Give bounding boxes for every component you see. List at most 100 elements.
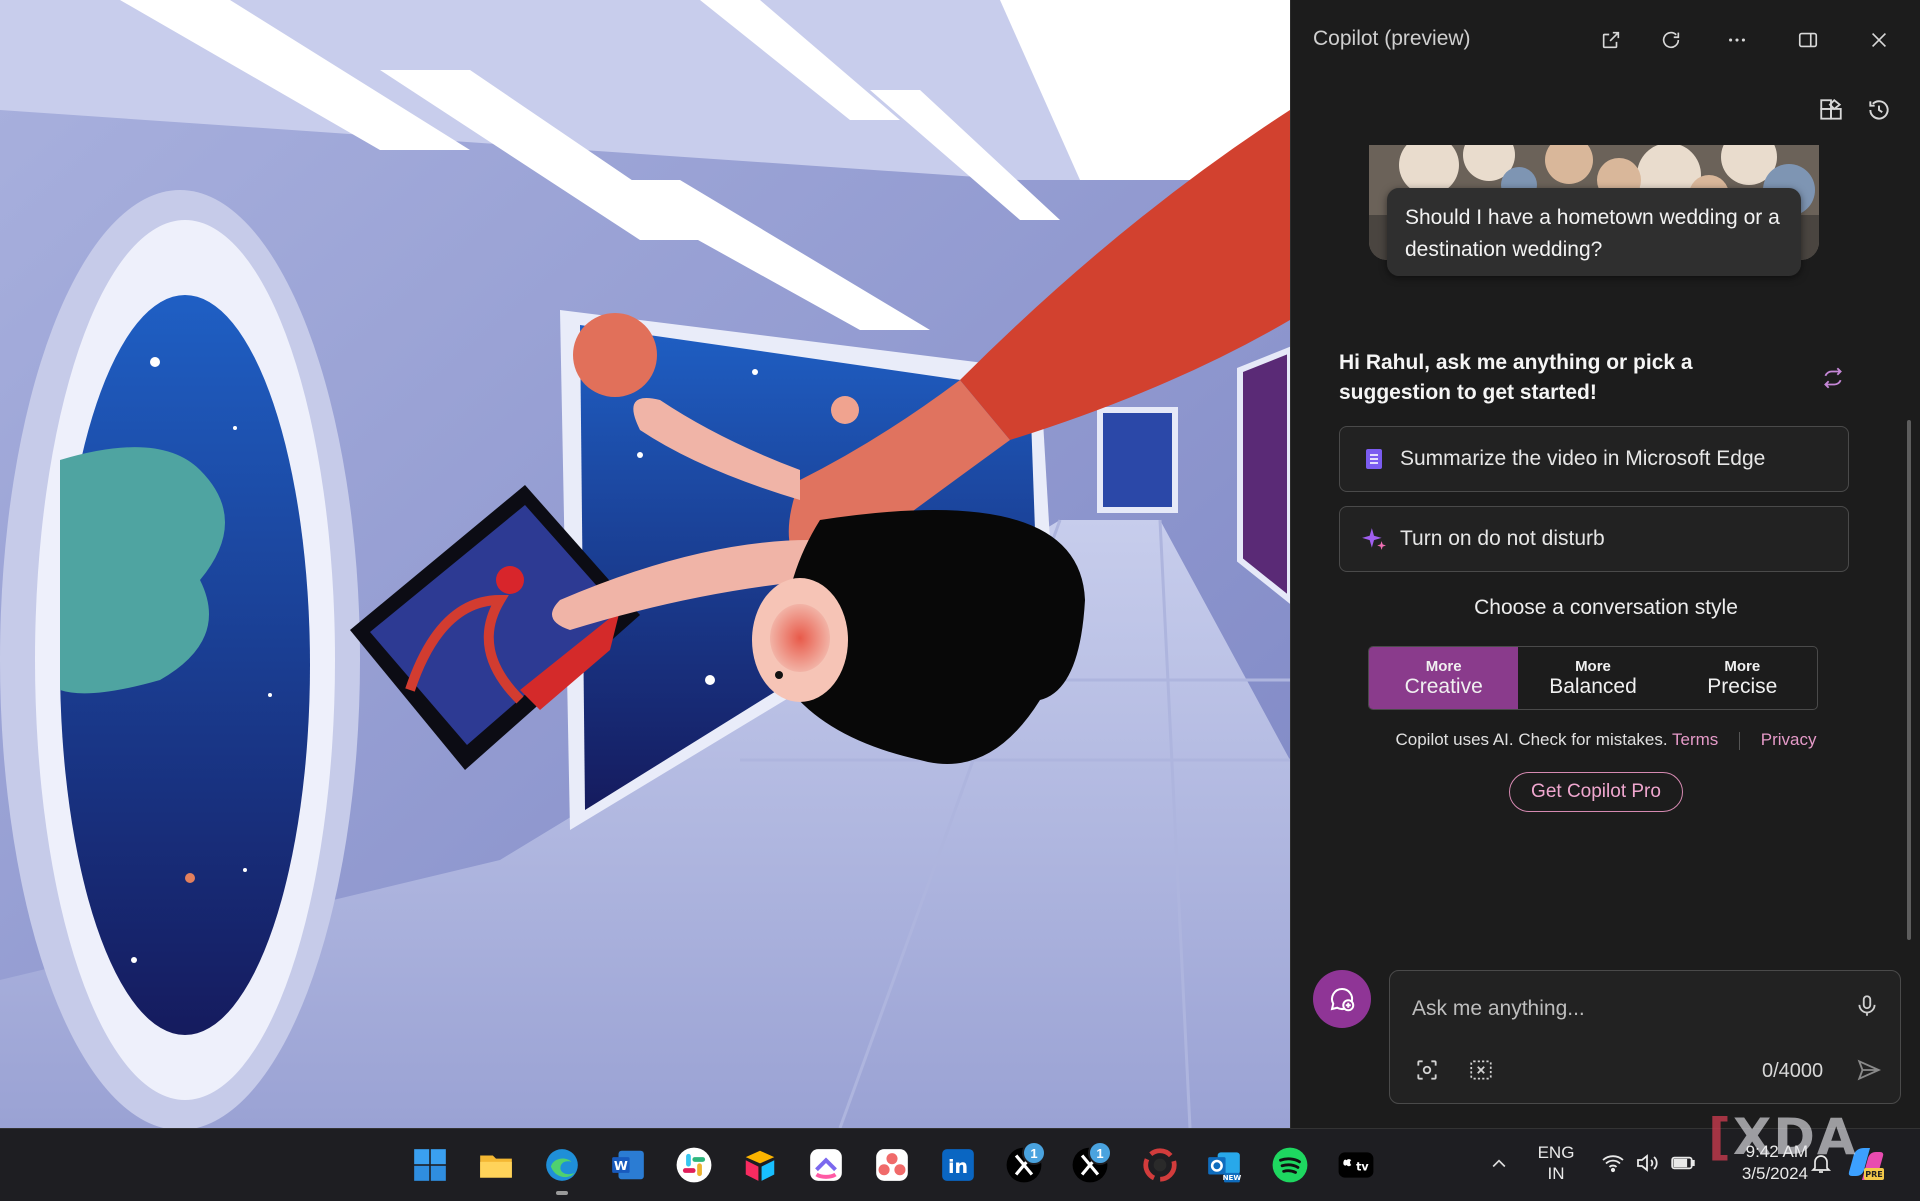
snip-icon (1470, 1060, 1492, 1080)
document-list-icon (1360, 445, 1388, 473)
chip-do-not-disturb[interactable]: Turn on do not disturb (1339, 506, 1849, 572)
taskbar-slack[interactable] (670, 1141, 718, 1189)
disclaimer-text: Copilot uses AI. Check for mistakes. (1395, 730, 1668, 749)
taskbar-asana[interactable] (868, 1141, 916, 1189)
taskbar-linkedin[interactable]: in (934, 1141, 982, 1189)
recorder-icon (1143, 1148, 1177, 1182)
taskbar-start[interactable] (406, 1141, 454, 1189)
conversation-style-selector: More Creative More Balanced More Precise (1368, 646, 1818, 710)
xda-watermark: [XDA (1708, 1108, 1858, 1166)
window-title: Copilot (preview) (1313, 27, 1471, 50)
folder-icon (480, 1155, 512, 1178)
show-hidden-icons-button[interactable] (1484, 1146, 1514, 1182)
add-image-button[interactable] (1410, 1053, 1444, 1087)
taskbar-x-1[interactable]: 1 (1000, 1141, 1048, 1189)
microphone-icon (1858, 995, 1876, 1016)
watermark-text: XDA (1732, 1108, 1858, 1166)
history-button[interactable] (1859, 92, 1899, 128)
terms-link[interactable]: Terms (1672, 730, 1718, 749)
date: 3/5/2024 (1741, 1164, 1808, 1183)
wifi-status[interactable] (1598, 1148, 1628, 1178)
plugins-button[interactable] (1811, 92, 1851, 128)
style-prefix: More (1425, 657, 1462, 675)
open-external-icon (1602, 31, 1620, 49)
scrollbar[interactable] (1907, 420, 1911, 940)
word-icon: W (612, 1150, 644, 1180)
chat-input-box: 0/4000 (1389, 970, 1901, 1104)
battery-icon (1671, 1156, 1695, 1170)
suggestion-prompt[interactable]: Should I have a hometown wedding or a de… (1387, 188, 1801, 276)
more-options-button[interactable] (1717, 22, 1757, 58)
svg-text:in: in (948, 1156, 968, 1178)
taskbar-edge[interactable] (538, 1141, 586, 1195)
copilot-panel: Copilot (preview) Should I have a hometo… (1290, 0, 1920, 1128)
chip-label: Turn on do not disturb (1400, 527, 1605, 550)
input-language-button[interactable]: ENG IN (1530, 1142, 1582, 1184)
conversation-style-heading: Choose a conversation style (1474, 596, 1738, 619)
greeting-text: Hi Rahul, ask me anything or pick a sugg… (1339, 351, 1693, 404)
taskbar-word[interactable]: W (604, 1141, 652, 1189)
linkedin-icon: in (942, 1149, 974, 1181)
asana-icon (876, 1149, 908, 1181)
style-creative-button[interactable]: More Creative (1369, 647, 1519, 709)
taskbar-apple-tv[interactable]: tv (1332, 1141, 1380, 1189)
dock-panel-button[interactable] (1788, 22, 1828, 58)
taskbar-file-explorer[interactable] (472, 1141, 520, 1189)
divider (1739, 731, 1741, 750)
swap-arrows-icon (1824, 367, 1842, 389)
taskbar-spotify[interactable] (1266, 1141, 1314, 1189)
style-prefix: More (1575, 657, 1611, 675)
new-topic-button[interactable] (1313, 970, 1371, 1028)
close-button[interactable] (1859, 22, 1899, 58)
taskbar-outlook[interactable]: NEW (1200, 1141, 1248, 1189)
taskbar-airtable[interactable] (736, 1141, 784, 1189)
new-chat-icon (1330, 987, 1355, 1012)
history-icon (1869, 100, 1889, 120)
chip-label: Summarize the video in Microsoft Edge (1400, 447, 1766, 470)
outlook-icon: NEW (1208, 1152, 1242, 1183)
screenshot-button[interactable] (1464, 1053, 1498, 1087)
open-in-new-window-button[interactable] (1591, 22, 1631, 58)
clickup-icon (810, 1149, 842, 1181)
chip-summarize-video[interactable]: Summarize the video in Microsoft Edge (1339, 426, 1849, 492)
taskbar-screen-recorder[interactable] (1136, 1141, 1184, 1189)
ask-input[interactable] (1410, 991, 1834, 1027)
side-panel-icon (1798, 32, 1818, 48)
spotify-icon (1272, 1147, 1308, 1183)
wallpaper-illustration (0, 0, 1290, 1128)
get-copilot-pro-button[interactable]: Get Copilot Pro (1509, 772, 1683, 812)
style-precise-button[interactable]: More Precise (1668, 647, 1817, 709)
sparkle-icon (1360, 525, 1388, 553)
volume-status[interactable] (1632, 1148, 1662, 1178)
speaker-icon (1637, 1154, 1658, 1172)
ellipsis-icon (1729, 38, 1745, 42)
style-balanced-button[interactable]: More Balanced (1518, 647, 1667, 709)
style-label: Balanced (1549, 674, 1637, 698)
svg-text:W: W (614, 1158, 628, 1173)
microphone-button[interactable] (1850, 989, 1884, 1023)
send-button[interactable] (1852, 1053, 1886, 1087)
chevron-up-icon (1492, 1159, 1506, 1168)
refresh-icon (1662, 31, 1680, 49)
taskbar-clickup[interactable] (802, 1141, 850, 1189)
wifi-icon (1602, 1155, 1624, 1173)
svg-text:NEW: NEW (1223, 1173, 1242, 1182)
windows-start-icon (414, 1149, 446, 1181)
style-label: Precise (1707, 674, 1778, 698)
style-label: Creative (1404, 674, 1483, 698)
refresh-button[interactable] (1651, 22, 1691, 58)
close-icon (1871, 32, 1887, 48)
taskbar-x-2[interactable]: 1 (1066, 1141, 1114, 1189)
battery-status[interactable] (1668, 1148, 1698, 1178)
plugins-icon (1820, 99, 1842, 120)
privacy-link[interactable]: Privacy (1761, 730, 1817, 749)
notification-badge: 1 (1088, 1141, 1112, 1165)
apple-tv-icon: tv (1338, 1152, 1374, 1178)
style-prefix: More (1724, 657, 1761, 675)
airtable-icon (745, 1150, 775, 1181)
refresh-suggestions-button[interactable] (1815, 360, 1851, 396)
svg-text:PRE: PRE (1865, 1170, 1883, 1179)
slack-icon (676, 1147, 712, 1183)
language-code: ENG (1537, 1143, 1575, 1162)
notification-badge: 1 (1022, 1141, 1046, 1165)
